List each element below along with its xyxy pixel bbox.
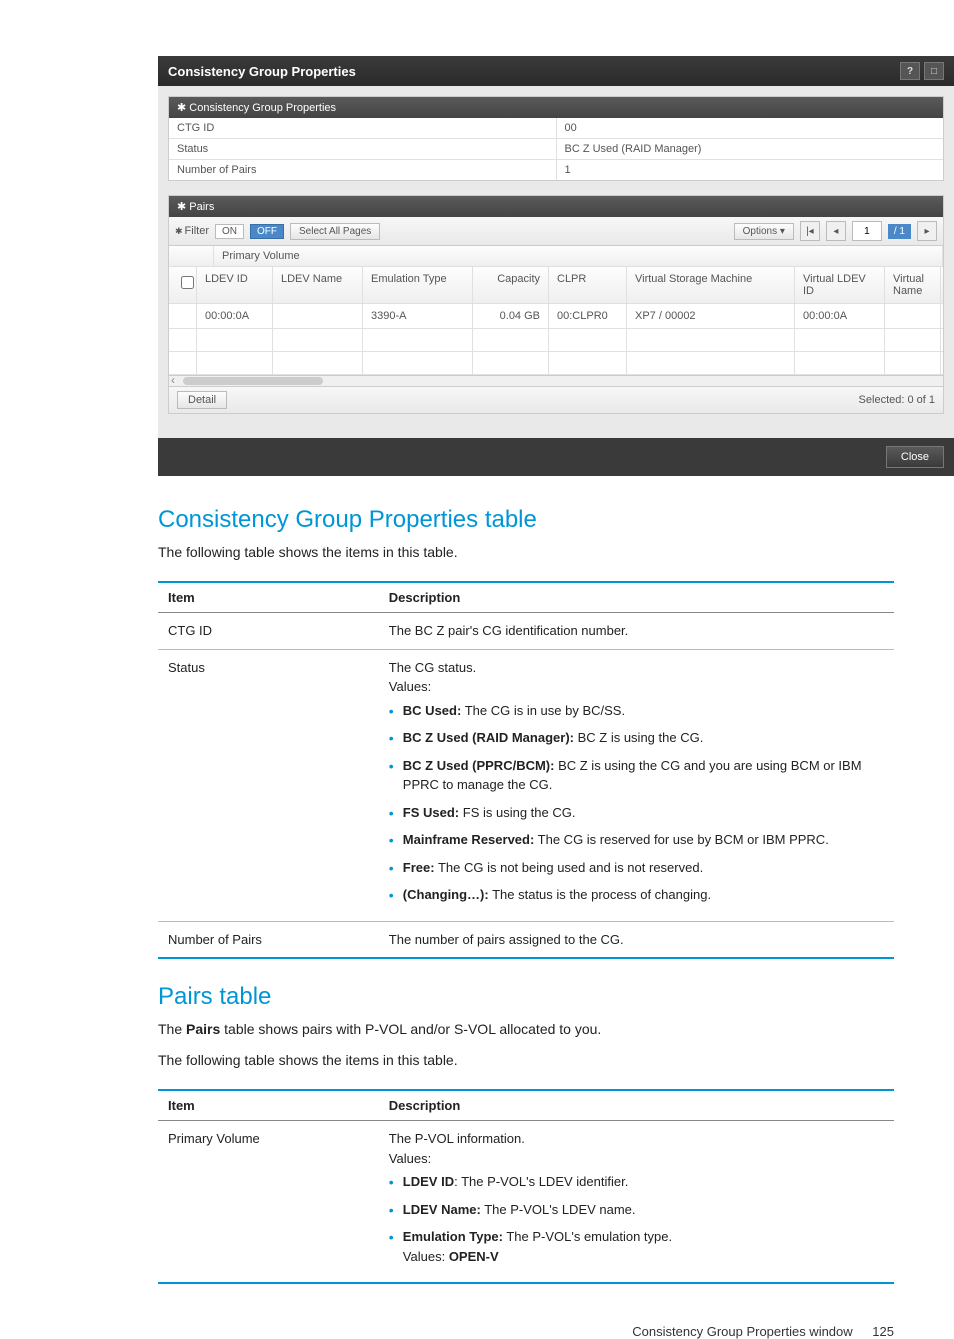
td-item: Primary Volume: [158, 1121, 379, 1284]
cell-vldev: 00:00:0A: [795, 304, 885, 328]
filter-on-button[interactable]: ON: [215, 224, 244, 239]
list-item: Mainframe Reserved: The CG is reserved f…: [389, 830, 884, 850]
cell-clpr: 00:CLPR0: [549, 304, 627, 328]
select-all-pages-button[interactable]: Select All Pages: [290, 223, 380, 240]
list-item: BC Z Used (PPRC/BCM): BC Z is using the …: [389, 756, 884, 795]
list-item: (Changing…): The status is the process o…: [389, 885, 884, 905]
list-item: LDEV Name: The P-VOL's LDEV name.: [389, 1200, 884, 1220]
table-row: [169, 329, 943, 352]
list-item: BC Z Used (RAID Manager): BC Z is using …: [389, 728, 884, 748]
cg-properties-table: Item Description CTG ID The BC Z pair's …: [158, 581, 894, 959]
dialog-titlebar: Consistency Group Properties ? □: [158, 56, 954, 86]
col-ldev-id[interactable]: LDEV ID: [197, 267, 273, 303]
cell-vsm: XP7 / 00002: [627, 304, 795, 328]
paragraph: The following table shows the items in t…: [158, 1050, 894, 1071]
dialog-title: Consistency Group Properties: [168, 64, 356, 79]
td-item: Number of Pairs: [158, 921, 379, 958]
list-item: Free: The CG is not being used and is no…: [389, 858, 884, 878]
row-checkbox[interactable]: [169, 304, 197, 328]
grid-header-row: LDEV ID LDEV Name Emulation Type Capacit…: [169, 267, 943, 304]
col-emulation-type[interactable]: Emulation Type: [363, 267, 473, 303]
cg-properties-panel: ✱ Consistency Group Properties CTG ID 00…: [168, 96, 944, 181]
paragraph: The Pairs table shows pairs with P-VOL a…: [158, 1019, 894, 1040]
col-clpr[interactable]: CLPR: [549, 267, 627, 303]
next-page-button[interactable]: ▸: [917, 221, 937, 241]
kv-row: CTG ID 00: [169, 118, 943, 139]
th-description: Description: [379, 1090, 894, 1121]
td-desc: The number of pairs assigned to the CG.: [379, 921, 894, 958]
grid-footer: Detail Selected: 0 of 1: [169, 386, 943, 413]
cell-emulation: 3390-A: [363, 304, 473, 328]
cell-ldev-id: 00:00:0A: [197, 304, 273, 328]
list-item: LDEV ID: The P-VOL's LDEV identifier.: [389, 1172, 884, 1192]
text: The P-VOL information.: [389, 1129, 884, 1149]
section-heading: Consistency Group Properties table: [158, 506, 894, 534]
kv-val: BC Z Used (RAID Manager): [556, 139, 944, 159]
pairs-grid: Primary Volume LDEV ID LDEV Name Emulati…: [169, 246, 943, 413]
first-page-button[interactable]: |◂: [800, 221, 820, 241]
section-heading: Pairs table: [158, 983, 894, 1011]
page-input[interactable]: [852, 221, 882, 241]
prev-page-button[interactable]: ◂: [826, 221, 846, 241]
kv-key: Status: [169, 139, 556, 159]
maximize-icon[interactable]: □: [924, 62, 944, 80]
help-icon[interactable]: ?: [900, 62, 920, 80]
col-capacity[interactable]: Capacity: [473, 267, 549, 303]
col-virtual-storage-machine[interactable]: Virtual Storage Machine: [627, 267, 795, 303]
page-total: / 1: [888, 224, 911, 239]
text: The CG status.: [389, 658, 884, 678]
checkbox-header: [169, 246, 214, 266]
selected-count: Selected: 0 of 1: [859, 394, 935, 406]
kv-row: Status BC Z Used (RAID Manager): [169, 139, 943, 160]
kv-row: Number of Pairs 1: [169, 160, 943, 180]
col-ldev-name[interactable]: LDEV Name: [273, 267, 363, 303]
close-button[interactable]: Close: [886, 446, 944, 468]
col-virtual-ldev-id[interactable]: Virtual LDEV ID: [795, 267, 885, 303]
pairs-header: ✱ Pairs: [169, 196, 943, 217]
td-item: Status: [158, 649, 379, 921]
col-virtual-name[interactable]: Virtual Name: [885, 267, 941, 303]
kv-key: CTG ID: [169, 118, 556, 138]
cg-properties-header: ✱ Consistency Group Properties: [169, 97, 943, 118]
kv-val: 1: [556, 160, 944, 180]
text: Values:: [389, 1149, 884, 1169]
page-footer: Consistency Group Properties window 125: [0, 1324, 954, 1339]
cell-capacity: 0.04 GB: [473, 304, 549, 328]
footer-title: Consistency Group Properties window: [632, 1324, 852, 1339]
th-description: Description: [379, 582, 894, 613]
paragraph: The following table shows the items in t…: [158, 542, 894, 563]
list-item: FS Used: FS is using the CG.: [389, 803, 884, 823]
cell-ldev-name: [273, 304, 363, 328]
th-item: Item: [158, 1090, 379, 1121]
kv-val: 00: [556, 118, 944, 138]
text: Values:: [389, 677, 884, 697]
pairs-toolbar: Filter ON OFF Select All Pages Options ▾…: [169, 217, 943, 246]
filter-off-button[interactable]: OFF: [250, 224, 284, 239]
list-item: BC Used: The CG is in use by BC/SS.: [389, 701, 884, 721]
select-all-checkbox[interactable]: [169, 267, 197, 303]
pairs-panel: ✱ Pairs Filter ON OFF Select All Pages O…: [168, 195, 944, 414]
cell-vname: [885, 304, 941, 328]
group-header-primary-volume: Primary Volume: [214, 246, 943, 266]
td-desc: The CG status. Values: BC Used: The CG i…: [379, 649, 894, 921]
kv-key: Number of Pairs: [169, 160, 556, 180]
options-button[interactable]: Options ▾: [734, 223, 794, 240]
table-row: [169, 352, 943, 375]
horizontal-scrollbar[interactable]: [169, 375, 943, 386]
td-desc: The P-VOL information. Values: LDEV ID: …: [379, 1121, 894, 1284]
pairs-doc-table: Item Description Primary Volume The P-VO…: [158, 1089, 894, 1284]
td-item: CTG ID: [158, 613, 379, 650]
td-desc: The BC Z pair's CG identification number…: [379, 613, 894, 650]
table-row[interactable]: 00:00:0A 3390-A 0.04 GB 00:CLPR0 XP7 / 0…: [169, 304, 943, 329]
page-number: 125: [872, 1324, 894, 1339]
filter-label: Filter: [175, 225, 209, 237]
th-item: Item: [158, 582, 379, 613]
dialog-screenshot: Consistency Group Properties ? □ ✱ Consi…: [158, 56, 954, 476]
detail-button[interactable]: Detail: [177, 391, 227, 409]
dialog-footer: Close: [158, 438, 954, 476]
list-item: Emulation Type: The P-VOL's emulation ty…: [389, 1227, 884, 1266]
